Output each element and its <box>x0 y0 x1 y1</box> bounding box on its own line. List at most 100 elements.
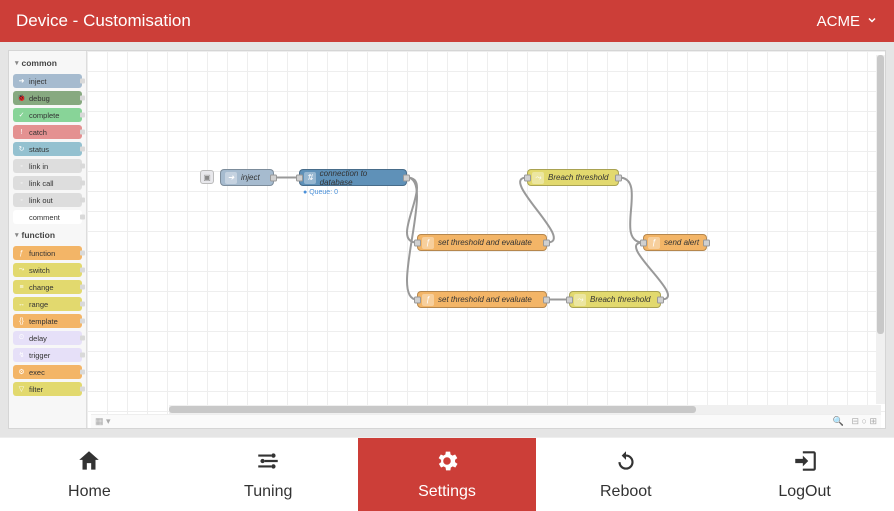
input-port[interactable] <box>296 174 303 181</box>
output-port[interactable] <box>543 239 550 246</box>
palette-node-link-call[interactable]: ◦link call <box>13 176 82 190</box>
palette-node-exec[interactable]: ⚙exec <box>13 365 82 379</box>
node-type-icon: ◦ <box>17 196 26 205</box>
palette-node-label: debug <box>29 94 50 103</box>
palette-node-switch[interactable]: ⤳switch <box>13 263 82 277</box>
palette-node-inject[interactable]: ➜inject <box>13 74 82 88</box>
output-port[interactable] <box>703 239 710 246</box>
node-label: set threshold and evaluate <box>438 295 532 304</box>
palette-node-label: delay <box>29 334 47 343</box>
nav-tuning[interactable]: Tuning <box>179 438 358 511</box>
input-port[interactable] <box>566 296 573 303</box>
scroll-thumb[interactable] <box>169 406 696 413</box>
node-type-icon: ↔ <box>17 300 26 309</box>
scroll-thumb[interactable] <box>877 55 884 334</box>
palette-node-debug[interactable]: 🐞debug <box>13 91 82 105</box>
inject-trigger-button[interactable]: ▣ <box>200 170 214 184</box>
palette-node-label: link out <box>29 196 53 205</box>
palette-category-function[interactable]: function <box>13 227 82 243</box>
node-type-icon: ↯ <box>17 351 26 360</box>
palette-node-catch[interactable]: !catch <box>13 125 82 139</box>
node-type-icon: ! <box>17 128 26 137</box>
flow-node-n_eval2[interactable]: ƒset threshold and evaluate <box>417 291 547 308</box>
page-title: Device - Customisation <box>16 11 191 31</box>
palette-node-label: link call <box>29 179 54 188</box>
input-port[interactable] <box>414 239 421 246</box>
palette-node-label: comment <box>29 213 60 222</box>
flow-node-n_alert[interactable]: ƒsend alert <box>643 234 707 251</box>
input-port[interactable] <box>414 296 421 303</box>
palette-node-label: function <box>29 249 55 258</box>
node-type-icon: ≡ <box>17 283 26 292</box>
reboot-icon <box>613 448 639 479</box>
nav-settings[interactable]: Settings <box>358 438 537 511</box>
home-icon <box>76 448 102 479</box>
node-type-icon: {} <box>17 317 26 326</box>
bottom-nav: Home TuningSettingsReboot LogOut <box>0 437 894 511</box>
output-port[interactable] <box>403 174 410 181</box>
flow-node-n_bt1[interactable]: ⤳ Breach threshold <box>527 169 619 186</box>
node-type-icon <box>17 213 26 222</box>
zoom-controls[interactable]: 🔍 ⊟ ○ ⊞ <box>833 416 877 427</box>
org-selector[interactable]: ACME <box>817 13 878 30</box>
node-type-icon: ◦ <box>17 162 26 171</box>
node-icon: ƒ <box>422 237 434 249</box>
palette-node-trigger[interactable]: ↯trigger <box>13 348 82 362</box>
tuning-icon <box>255 448 281 479</box>
palette-node-link-out[interactable]: ◦link out <box>13 193 82 207</box>
flow-node-n_bt2[interactable]: ⤳Breach threshold <box>569 291 661 308</box>
palette-node-label: template <box>29 317 58 326</box>
palette-node-complete[interactable]: ✓complete <box>13 108 82 122</box>
input-port[interactable] <box>524 174 531 181</box>
palette-node-change[interactable]: ≡change <box>13 280 82 294</box>
node-type-icon: ✓ <box>17 111 26 120</box>
palette-node-comment[interactable]: comment <box>13 210 82 224</box>
input-port[interactable] <box>640 239 647 246</box>
palette-category-common[interactable]: common <box>13 55 82 71</box>
nav-label: Home <box>68 483 111 501</box>
logout-icon <box>792 448 818 479</box>
node-label: connection to database <box>320 169 400 187</box>
flow-node-n_inject[interactable]: ➜inject <box>220 169 274 186</box>
palette-node-function[interactable]: ƒfunction <box>13 246 82 260</box>
nav-label: LogOut <box>778 483 830 501</box>
palette-node-label: status <box>29 145 49 154</box>
node-type-icon: ➜ <box>17 77 26 86</box>
horizontal-scrollbar[interactable] <box>169 405 881 414</box>
nav-logout[interactable]: LogOut <box>715 438 894 511</box>
palette-node-label: catch <box>29 128 47 137</box>
output-port[interactable] <box>270 174 277 181</box>
palette-node-range[interactable]: ↔range <box>13 297 82 311</box>
palette-node-delay[interactable]: ⏲delay <box>13 331 82 345</box>
wire[interactable] <box>520 178 554 243</box>
node-icon: ƒ <box>648 237 660 249</box>
node-label: Breach threshold <box>548 173 608 182</box>
palette-node-label: complete <box>29 111 59 120</box>
nav-home[interactable]: Home <box>0 438 179 511</box>
wire[interactable] <box>407 178 417 243</box>
node-icon: ⇅ <box>304 172 316 184</box>
palette-node-filter[interactable]: ▽filter <box>13 382 82 396</box>
output-port[interactable] <box>657 296 664 303</box>
flow-node-n_eval1[interactable]: ƒset threshold and evaluate <box>417 234 547 251</box>
nav-map-icon[interactable]: ▦ ▾ <box>95 416 111 427</box>
node-type-icon: ▽ <box>17 385 26 394</box>
palette-node-link-in[interactable]: ◦link in <box>13 159 82 173</box>
output-port[interactable] <box>615 174 622 181</box>
nav-reboot[interactable]: Reboot <box>536 438 715 511</box>
palette-node-label: change <box>29 283 54 292</box>
node-palette: common➜inject🐞debug✓complete!catch↻statu… <box>9 51 87 428</box>
org-name: ACME <box>817 13 860 30</box>
flow-node-n_db[interactable]: ⇅ connection to database <box>299 169 407 186</box>
flow-canvas[interactable]: ▣ ● Queue: 0 ➜inject⇅connection to datab… <box>87 51 885 428</box>
palette-node-template[interactable]: {}template <box>13 314 82 328</box>
node-type-icon: ◦ <box>17 179 26 188</box>
palette-node-status[interactable]: ↻status <box>13 142 82 156</box>
node-type-icon: ƒ <box>17 249 26 258</box>
output-port[interactable] <box>543 296 550 303</box>
main-area: common➜inject🐞debug✓complete!catch↻statu… <box>0 42 894 437</box>
wire[interactable] <box>619 178 643 243</box>
node-icon: ⤳ <box>532 172 544 184</box>
node-type-icon: ⏲ <box>17 334 26 343</box>
vertical-scrollbar[interactable] <box>876 55 885 404</box>
